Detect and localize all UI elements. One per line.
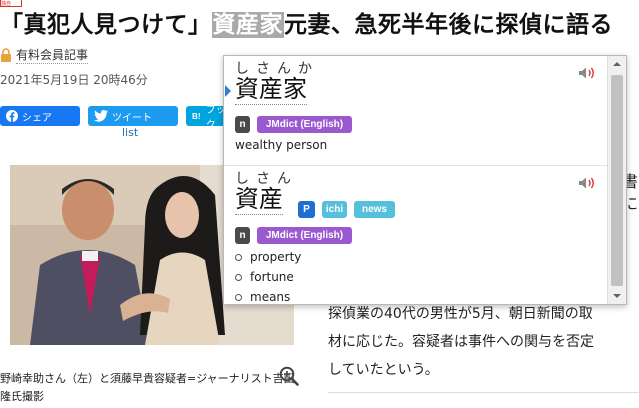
frequency-badge: news (354, 201, 395, 218)
bullet-icon (235, 273, 242, 281)
facebook-share-button[interactable]: シェア (0, 106, 80, 126)
priority-badge: P (298, 201, 315, 218)
popup-scrollbar[interactable] (607, 56, 626, 304)
bullet-icon (235, 253, 242, 261)
zoom-in-icon[interactable] (279, 366, 299, 386)
article-headline: 「真犯人見つけて」資産家元妻、急死半年後に探偵に語る (0, 6, 639, 44)
gloss-text: means (250, 290, 291, 304)
twitter-share-label: ツイート (112, 112, 152, 124)
twitter-share-button[interactable]: ツイート (88, 106, 178, 126)
body-line: していたという。 (328, 362, 439, 378)
share-buttons: シェア ツイート B! ブック (0, 105, 236, 131)
list-link[interactable]: list (122, 126, 138, 139)
dictionary-entry[interactable]: しさんか 資産家 n JMdict (English) wealthy pers… (224, 56, 607, 165)
facebook-share-label: シェア (22, 112, 52, 124)
gloss-text: property (250, 250, 302, 264)
dictionary-popup[interactable]: しさんか 資産家 n JMdict (English) wealthy pers… (223, 55, 627, 305)
headline-part-2: 元妻、急死半年後に探偵に語る (284, 12, 613, 38)
caret-icon (225, 85, 231, 97)
gloss-item: means (235, 287, 301, 304)
gloss-item: property (235, 247, 301, 267)
premium-badge: 有料会員記事 (0, 46, 89, 64)
speaker-icon[interactable] (578, 66, 596, 80)
twitter-icon (94, 110, 108, 122)
photo-caption: 野崎幸助さん（左）と須藤早貴容疑者=ジャーナリスト吉田隆氏撮影 (0, 372, 295, 403)
speaker-icon[interactable] (578, 176, 596, 190)
divider (328, 392, 639, 393)
headline-part-1: 「真犯人見つけて」 (0, 12, 212, 38)
svg-text:B!: B! (192, 112, 201, 121)
entry-kanji: 資産 (235, 185, 283, 215)
headline-selected-word[interactable]: 資産家 (211, 12, 284, 38)
facebook-icon (6, 110, 18, 122)
premium-label: 有料会員記事 (16, 48, 89, 64)
pos-badge: n (235, 227, 250, 244)
body-line: 材に応じた。容疑者は事件への関与を否定 (328, 334, 594, 350)
bullet-icon (235, 293, 242, 301)
scroll-down-arrow-icon[interactable] (608, 288, 626, 304)
gloss-text: fortune (250, 270, 294, 284)
dictionary-entry[interactable]: しさん 資産 P ichi news n JMdict (English) pr… (224, 166, 607, 304)
lock-icon (1, 48, 11, 62)
pos-badge: n (235, 116, 250, 133)
article-body: 探偵業の40代の男性が5月、朝日新聞の取 材に応じた。容疑者は事件への関与を否定… (328, 300, 639, 384)
entry-kanji: 資産家 (235, 75, 307, 105)
dictionary-source-badge: JMdict (English) (257, 227, 352, 244)
gloss-item: fortune (235, 267, 301, 287)
scroll-up-arrow-icon[interactable] (608, 56, 626, 72)
hatena-icon: B! (192, 112, 201, 121)
gloss-list: property fortune means (235, 247, 301, 304)
entry-gloss: wealthy person (235, 138, 328, 152)
frequency-badge: ichi (322, 201, 347, 218)
dictionary-source-badge: JMdict (English) (257, 116, 352, 133)
publish-date: 2021年5月19日 20時46分 (0, 73, 148, 87)
scrollbar-thumb[interactable] (611, 75, 623, 286)
